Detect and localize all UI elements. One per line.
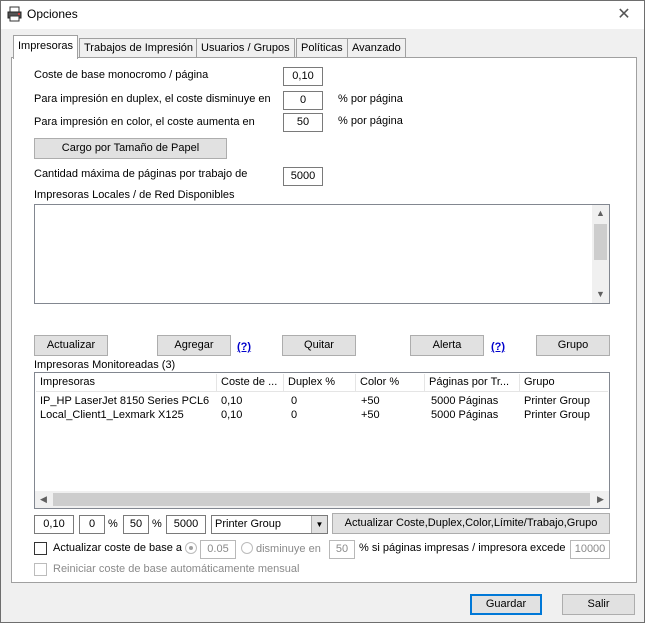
table-header: Impresoras Coste de ... Duplex % Color %… bbox=[36, 374, 608, 392]
color-label: Para impresión en color, el coste aument… bbox=[34, 116, 255, 128]
tab-impresoras[interactable]: Impresoras bbox=[13, 35, 79, 59]
decrease-input[interactable]: 50 bbox=[329, 540, 355, 559]
monitored-printers-label: Impresoras Monitoreadas (3) bbox=[34, 359, 176, 371]
group-select[interactable]: Printer Group ▼ bbox=[211, 515, 328, 534]
edit-cost-input[interactable]: 0,10 bbox=[34, 515, 74, 534]
exceeds-input[interactable]: 10000 bbox=[570, 540, 610, 559]
scroll-up-icon[interactable]: ▲ bbox=[592, 205, 609, 222]
cell-color: +50 bbox=[361, 395, 380, 407]
scroll-right-icon[interactable]: ▶ bbox=[592, 491, 609, 508]
duplex-input[interactable]: 0 bbox=[283, 91, 323, 110]
cell-group: Printer Group bbox=[524, 409, 591, 421]
available-printers-label: Impresoras Locales / de Red Disponibles bbox=[34, 189, 235, 201]
update-cost-button[interactable]: Actualizar Coste,Duplex,Color,Límite/Tra… bbox=[332, 513, 610, 534]
available-list-scrollbar[interactable]: ▲ ▼ bbox=[592, 205, 609, 303]
cell-cost: 0,10 bbox=[221, 409, 243, 421]
chevron-down-icon[interactable]: ▼ bbox=[311, 516, 327, 533]
decrease-radio[interactable] bbox=[241, 542, 253, 554]
paper-size-charge-button[interactable]: Cargo por Tamaño de Papel bbox=[34, 138, 227, 159]
printers-tab-panel: Coste de base monocromo / página 0,10 Pa… bbox=[11, 57, 637, 583]
window-title: Opciones bbox=[27, 7, 78, 21]
column-color[interactable]: Color % bbox=[356, 374, 425, 392]
cell-color: +50 bbox=[361, 409, 380, 421]
edit-color-input[interactable]: 50 bbox=[123, 515, 149, 534]
exceeds-label: excede bbox=[530, 542, 566, 554]
available-printers-list[interactable]: ▲ ▼ bbox=[34, 204, 610, 304]
printer-app-icon bbox=[7, 6, 22, 22]
max-pages-label: Cantidad máxima de páginas por trabajo d… bbox=[34, 168, 248, 180]
edit-pages-input[interactable]: 5000 bbox=[166, 515, 206, 534]
hscroll-thumb[interactable] bbox=[53, 493, 590, 506]
duplex-label: Para impresión en duplex, el coste dismi… bbox=[34, 93, 271, 105]
tab-usuarios-grupos[interactable]: Usuarios / Grupos bbox=[196, 38, 295, 58]
color-unit: % por página bbox=[338, 115, 403, 127]
monthly-reset-checkbox[interactable] bbox=[34, 563, 47, 576]
exit-button[interactable]: Salir bbox=[562, 594, 635, 615]
base-mono-label: Coste de base monocromo / página bbox=[34, 69, 209, 81]
scroll-left-icon[interactable]: ◀ bbox=[35, 491, 52, 508]
cell-pages: 5000 Páginas bbox=[431, 395, 499, 407]
column-duplex[interactable]: Duplex % bbox=[284, 374, 356, 392]
tab-avanzado[interactable]: Avanzado bbox=[347, 38, 406, 58]
tab-trabajos[interactable]: Trabajos de Impresión bbox=[79, 38, 199, 58]
color-input[interactable]: 50 bbox=[283, 113, 323, 132]
save-button[interactable]: Guardar bbox=[470, 594, 542, 615]
cell-group: Printer Group bbox=[524, 395, 591, 407]
column-printers[interactable]: Impresoras bbox=[36, 374, 217, 392]
table-hscrollbar[interactable]: ◀ ▶ bbox=[35, 491, 609, 508]
decrease-label: disminuye en bbox=[256, 543, 321, 555]
condition-label: % si páginas impresas / impresora bbox=[359, 542, 528, 554]
alert-help-link[interactable]: (?) bbox=[491, 341, 505, 353]
auto-update-label: Actualizar coste de base a bbox=[53, 542, 183, 554]
set-cost-radio[interactable] bbox=[185, 542, 197, 554]
cell-duplex: 0 bbox=[291, 409, 298, 421]
duplex-unit: % por página bbox=[338, 93, 403, 105]
add-button[interactable]: Agregar bbox=[157, 335, 231, 356]
scroll-thumb[interactable] bbox=[594, 224, 607, 260]
cell-cost: 0,10 bbox=[221, 395, 243, 407]
duplex-percent-sign: % bbox=[108, 518, 118, 530]
auto-cost-input[interactable]: 0.05 bbox=[200, 540, 236, 559]
remove-button[interactable]: Quitar bbox=[282, 335, 356, 356]
max-pages-input[interactable]: 5000 bbox=[283, 167, 323, 186]
cell-printer: Local_Client1_Lexmark X125 bbox=[40, 409, 184, 421]
group-button[interactable]: Grupo bbox=[536, 335, 610, 356]
column-group[interactable]: Grupo bbox=[520, 374, 610, 392]
group-select-value: Printer Group bbox=[215, 518, 282, 530]
tab-politicas[interactable]: Políticas bbox=[296, 38, 348, 58]
column-pages-per-job[interactable]: Páginas por Tr... bbox=[425, 374, 520, 392]
monthly-reset-label: Reiniciar coste de base automáticamente … bbox=[53, 563, 300, 575]
options-window: Opciones ✕ Impresoras Trabajos de Impres… bbox=[0, 0, 645, 623]
alert-button[interactable]: Alerta bbox=[410, 335, 484, 356]
auto-update-checkbox[interactable] bbox=[34, 542, 47, 555]
add-help-link[interactable]: (?) bbox=[237, 341, 251, 353]
edit-duplex-input[interactable]: 0 bbox=[79, 515, 105, 534]
cell-pages: 5000 Páginas bbox=[431, 409, 499, 421]
refresh-button[interactable]: Actualizar bbox=[34, 335, 108, 356]
base-mono-input[interactable]: 0,10 bbox=[283, 67, 323, 86]
color-percent-sign: % bbox=[152, 518, 162, 530]
close-icon[interactable]: ✕ bbox=[612, 4, 636, 26]
cell-printer: IP_HP LaserJet 8150 Series PCL6 bbox=[40, 395, 210, 407]
column-cost[interactable]: Coste de ... bbox=[217, 374, 284, 392]
scroll-down-icon[interactable]: ▼ bbox=[592, 286, 609, 303]
monitored-printers-table[interactable]: Impresoras Coste de ... Duplex % Color %… bbox=[34, 372, 610, 509]
cell-duplex: 0 bbox=[291, 395, 298, 407]
title-bar: Opciones ✕ bbox=[1, 1, 644, 29]
